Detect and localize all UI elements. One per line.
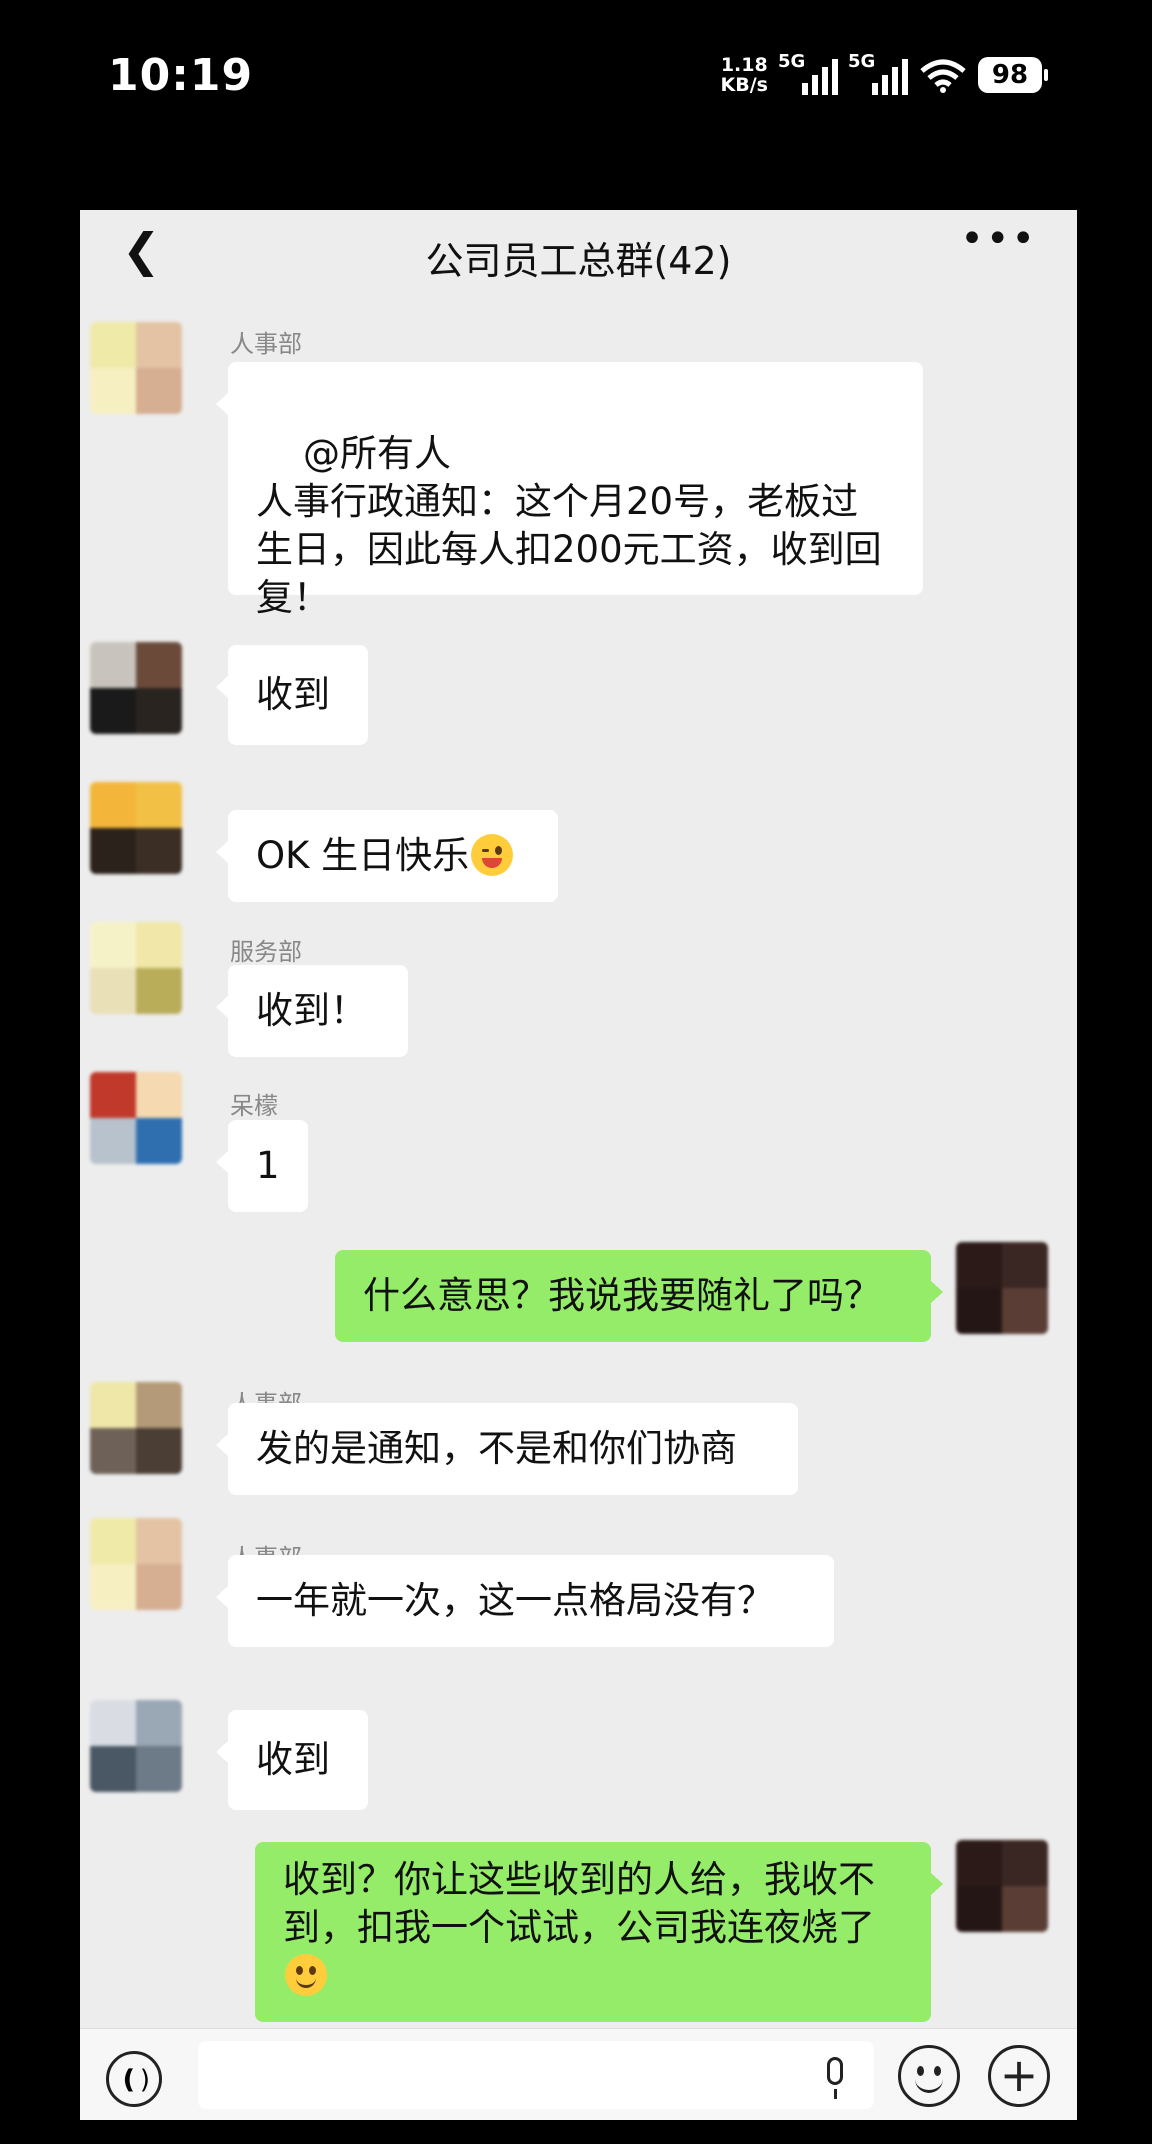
chat-header: ❮ 公司员工总群(42) ••• [80, 210, 1077, 292]
signal-icon: 5G [778, 51, 838, 99]
message-text: 发的是通知，不是和你们协商 [256, 1427, 737, 1470]
sender-name: 人事部 [230, 330, 302, 358]
avatar[interactable] [90, 1072, 182, 1164]
message-text: @所有人 人事行政通知：这个月20号，老板过生日，因此每人扣200元工资，收到回… [256, 432, 882, 619]
status-bar: 10:19 1.18 KB/s 5G 5G 98 [0, 0, 1152, 160]
voice-input-icon[interactable]: ❪) [106, 2051, 162, 2107]
message-text: 1 [256, 1144, 280, 1187]
more-options-button[interactable]: ••• [960, 216, 1037, 262]
network-speed-value: 1.18 [720, 54, 768, 76]
my-message-bubble[interactable]: 收到？你让这些收到的人给，我收不到，扣我一个试试，公司我连夜烧了 [255, 1842, 943, 2022]
my-avatar[interactable] [956, 1840, 1048, 1932]
smiling-face-icon [285, 1954, 327, 1996]
input-bar: ❪) + [80, 2028, 1077, 2120]
avatar[interactable] [90, 1518, 182, 1610]
avatar[interactable] [90, 782, 182, 874]
avatar[interactable] [90, 1382, 182, 1474]
message-bubble[interactable]: 收到 [216, 645, 368, 745]
status-icons: 1.18 KB/s 5G 5G 98 [721, 50, 1048, 100]
sender-name: 呆檬 [230, 1092, 278, 1120]
clock: 10:19 [108, 50, 254, 101]
my-message-bubble[interactable]: 什么意思？我说我要随礼了吗？ [335, 1250, 943, 1342]
signal-icon: 5G [848, 51, 908, 99]
battery-indicator: 98 [978, 57, 1048, 93]
message-text: 收到？你让这些收到的人给，我收不到，扣我一个试试，公司我连夜烧了 [283, 1858, 875, 1949]
message-bubble[interactable]: 收到！ [216, 965, 408, 1057]
network-speed: 1.18 KB/s [721, 55, 768, 95]
message-text: OK 生日快乐 [256, 834, 470, 877]
message-text: 收到 [256, 1738, 330, 1781]
group-title: 公司员工总群(42) [425, 239, 732, 283]
message-input[interactable] [198, 2041, 874, 2109]
message-text: 一年就一次，这一点格局没有？ [256, 1579, 774, 1622]
message-bubble[interactable]: OK 生日快乐 [216, 810, 558, 902]
message-bubble[interactable]: 发的是通知，不是和你们协商 [216, 1403, 798, 1495]
wifi-icon [920, 59, 966, 93]
message-bubble[interactable]: @所有人 人事行政通知：这个月20号，老板过生日，因此每人扣200元工资，收到回… [216, 362, 923, 619]
message-bubble[interactable]: 一年就一次，这一点格局没有？ [216, 1555, 834, 1647]
message-text: 收到！ [256, 989, 367, 1032]
message-bubble[interactable]: 收到 [216, 1710, 368, 1810]
emoji-picker-icon[interactable] [898, 2045, 960, 2107]
avatar[interactable] [90, 642, 182, 734]
message-text: 收到 [256, 673, 330, 716]
avatar[interactable] [90, 322, 182, 414]
avatar[interactable] [90, 922, 182, 1014]
network-speed-unit: KB/s [720, 74, 768, 96]
microphone-icon[interactable] [818, 2057, 852, 2101]
more-actions-icon[interactable]: + [988, 2045, 1050, 2107]
sender-name: 服务部 [230, 938, 302, 966]
avatar[interactable] [90, 1700, 182, 1792]
winking-face-icon [471, 834, 514, 876]
message-text: 什么意思？我说我要随礼了吗？ [363, 1274, 881, 1317]
my-avatar[interactable] [956, 1242, 1048, 1334]
chat-window: ❮ 公司员工总群(42) ••• 人事部 @所有人 人事行政通知：这个月20号，… [80, 210, 1077, 2120]
message-bubble[interactable]: 1 [216, 1120, 308, 1212]
